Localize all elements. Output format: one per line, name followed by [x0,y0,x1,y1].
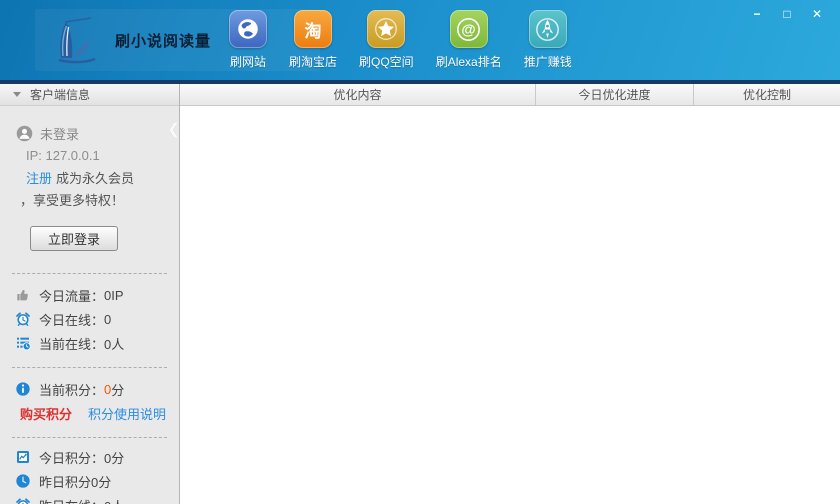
stat-label: 昨日在线： [39,496,104,504]
points-links-row: 购买积分 积分使用说明 [0,401,179,425]
column-header-optimize-control: 优化控制 [742,88,791,102]
app-window: 刷小说阅读量 刷网站 淘 刷淘宝店 刷QQ空间 @ 刷Alexa排名 推广赚钱 … [0,0,840,504]
stat-yesterday-online: 昨日在线： 0人 [0,493,179,504]
alarm-clock-icon [14,311,31,328]
taobao-icon: 淘 [294,10,332,48]
register-text: 成为永久会员 [56,170,135,186]
stat-value: 0IP [104,287,124,303]
points-unit: 分 [111,382,125,398]
rocket-icon [528,10,567,48]
stat-label: 当前积分： [39,382,105,398]
toolbar-item-label: 推广赚钱 [523,55,572,69]
sailboat-logo-icon [58,17,96,64]
chart-icon [14,449,31,466]
sidebar-collapse-handle[interactable]: ❮ [167,116,179,144]
register-row: 注册 成为永久会员 [0,166,179,188]
clock-icon [14,473,31,490]
stat-today-points: 今日积分： 0分 [0,445,179,469]
stat-value: 0分 [104,450,125,466]
toolbar-item-label: 刷网站 [229,55,266,69]
stat-label: 昨日积分 [39,474,92,490]
toolbar-item-promote-earn[interactable]: 推广赚钱 [524,10,572,70]
privilege-text: ，享受更多特权！ [20,192,125,208]
column-header-today-progress: 今日优化进度 [536,84,694,105]
title-bar: 刷小说阅读量 刷网站 淘 刷淘宝店 刷QQ空间 @ 刷Alexa排名 推广赚钱 … [0,0,840,80]
points-help-link[interactable]: 积分使用说明 [88,404,166,423]
ip-address-text: IP: 127.0.0.1 [26,147,100,163]
sidebar-header-label: 客户端信息 [30,88,91,102]
list-clock-icon [14,335,31,352]
window-controls: − □ ✕ [740,5,830,23]
toolbar-item-boost-website[interactable]: 刷网站 [229,10,267,70]
sidebar-client-info: 客户端信息 ❮ 未登录 IP: 127.0.0.1 注册 成为永久会员 ，享受更… [0,84,180,504]
alarm-clock-icon [14,497,31,504]
table-header: 优化内容 今日优化进度 优化控制 [180,84,840,106]
traffic-stats-group: 今日流量： 0IP 今日在线： 0 当前在线： 0人 [0,283,179,355]
login-now-button[interactable]: 立即登录 [30,226,118,251]
svg-text:@: @ [462,22,476,38]
user-info-block: 未登录 IP: 127.0.0.1 注册 成为永久会员 ，享受更多特权！ 立即登… [0,106,179,251]
toolbar-item-boost-qzone[interactable]: 刷QQ空间 [359,10,414,70]
star-icon [367,10,406,48]
close-button[interactable]: ✕ [804,5,830,23]
stat-value: 0分 [91,474,112,490]
column-header-optimize-content: 优化内容 [180,84,536,105]
toolbar-item-boost-alexa[interactable]: @ 刷Alexa排名 [436,10,502,70]
avatar [16,125,33,141]
stat-value: 0人 [104,336,125,352]
buy-points-link[interactable]: 购买积分 [20,404,72,423]
toolbar-item-label: 刷Alexa排名 [435,55,502,69]
info-icon [14,381,31,398]
stat-current-points: 当前积分： 0 分 [0,377,179,401]
main-panel: 优化内容 今日优化进度 优化控制 [180,84,840,504]
login-status-text: 未登录 [40,126,80,142]
maximize-button[interactable]: □ [774,5,800,23]
stat-today-online: 今日在线： 0 [0,307,179,331]
minimize-button[interactable]: − [744,5,770,23]
register-link[interactable]: 注册 [26,168,52,187]
sidebar-header-client-info[interactable]: 客户端信息 [0,84,179,106]
divider [12,273,167,274]
stat-value: 0人 [104,496,124,504]
points-value: 0 [104,381,112,397]
toolbar: 刷网站 淘 刷淘宝店 刷QQ空间 @ 刷Alexa排名 推广赚钱 [218,10,583,70]
toolbar-item-label: 刷QQ空间 [359,55,414,69]
user-status-row: 未登录 [0,122,179,144]
toolbar-item-boost-taobao[interactable]: 淘 刷淘宝店 [289,10,337,70]
stat-value: 0 [104,311,112,327]
chevron-down-icon [13,92,21,97]
app-title: 刷小说阅读量 [115,32,212,50]
stat-label: 今日流量： [39,288,105,304]
stat-current-online: 当前在线： 0人 [0,331,179,355]
globe-icon [229,10,267,48]
toolbar-item-label: 刷淘宝店 [289,55,338,69]
stat-label: 当前在线： [39,336,105,352]
stat-label: 今日积分： [39,450,105,466]
taobao-glyph: 淘 [304,21,322,41]
stat-today-traffic: 今日流量： 0IP [0,283,179,307]
history-stats-group: 今日积分： 0分 昨日积分 0分 [0,445,179,504]
thumbs-up-icon [14,287,31,304]
stat-yesterday-points: 昨日积分 0分 [0,469,179,493]
divider [12,437,167,438]
divider [12,367,167,368]
points-group: 当前积分： 0 分 购买积分 积分使用说明 [0,377,179,425]
table-body-empty [180,106,840,504]
stat-label: 今日在线： [39,312,105,328]
at-sign-icon: @ [449,10,488,48]
